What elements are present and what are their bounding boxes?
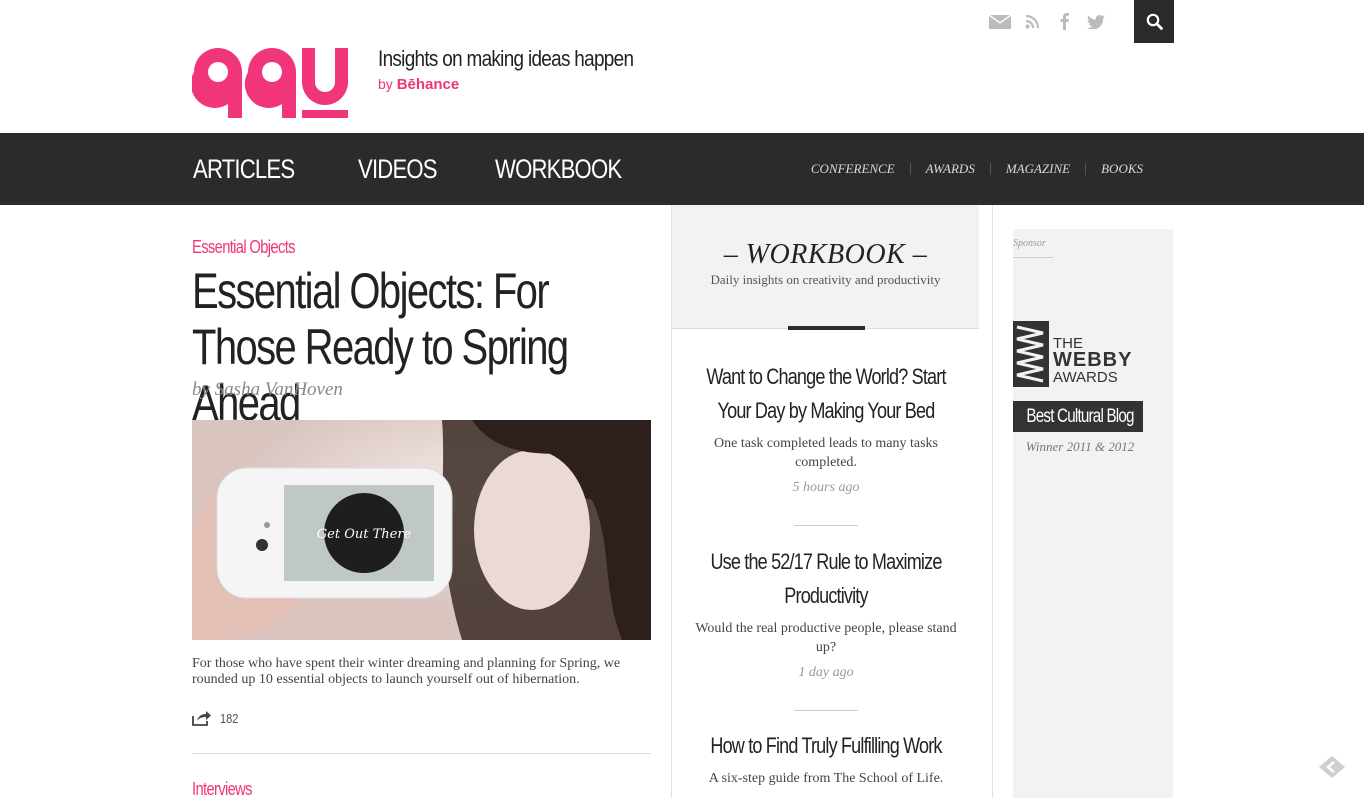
workbook-tab-indicator: [788, 326, 865, 330]
mail-icon[interactable]: [984, 0, 1016, 43]
tagline-text: Insights on making ideas happen: [378, 46, 634, 71]
nav-conference[interactable]: CONFERENCE: [796, 162, 910, 175]
workbook-item-desc: Would the real productive people, please…: [695, 621, 957, 655]
workbook-item: Use the 52/17 Rule to Maximize Productiv…: [694, 545, 958, 681]
webby-line-webby: WEBBY: [1053, 349, 1133, 371]
next-article-category[interactable]: Interviews: [192, 779, 253, 798]
article-title[interactable]: Essential Objects: For Those Ready to Sp…: [192, 263, 608, 431]
workbook-item-title[interactable]: How to Find Truly Fulfilling Work: [694, 729, 958, 763]
workbook-column: – WORKBOOK – Daily insights on creativit…: [671, 205, 993, 798]
twitter-icon[interactable]: [1080, 0, 1112, 43]
nav-videos[interactable]: VIDEOS: [358, 154, 438, 185]
behance-brand: Bēhance: [396, 76, 460, 93]
nav-awards[interactable]: AWARDS: [909, 162, 990, 175]
webby-badge-text: Best Cultural Blog: [1026, 406, 1134, 427]
article-category[interactable]: Essential Objects: [192, 237, 296, 258]
nav-workbook[interactable]: WORKBOOK: [495, 154, 622, 185]
webby-line-awards: AWARDS: [1053, 369, 1118, 386]
share-widget[interactable]: 182: [192, 710, 242, 726]
workbook-item-title[interactable]: Use the 52/17 Rule to Maximize Productiv…: [694, 545, 958, 613]
sponsor-label: Sponsor: [1013, 238, 1046, 249]
search-button[interactable]: [1134, 0, 1174, 43]
back-to-top-icon[interactable]: [1318, 755, 1346, 779]
nav-magazine[interactable]: MAGAZINE: [989, 162, 1085, 175]
workbook-separator: [794, 710, 858, 711]
webby-wordmark: THE WEBBY AWARDS: [1053, 335, 1132, 386]
workbook-subtitle: Daily insights on creativity and product…: [710, 272, 941, 287]
rss-icon[interactable]: [1016, 0, 1048, 43]
article-summary: For those who have spent their winter dr…: [192, 656, 621, 687]
workbook-item-time: 1 day ago: [798, 665, 854, 680]
main-navbar: ARTICLES VIDEOS WORKBOOK CONFERENCE AWAR…: [0, 133, 1364, 205]
webby-badge: Best Cultural Blog: [1013, 401, 1143, 432]
tagline: Insights on making ideas happen by Bēhan…: [378, 46, 675, 93]
sponsor-divider: [1013, 257, 1053, 258]
article-byline: by Sasha VanHoven: [192, 379, 343, 400]
workbook-header: – WORKBOOK – Daily insights on creativit…: [672, 205, 979, 330]
workbook-item: Want to Change the World? Start Your Day…: [694, 360, 958, 496]
99u-logo[interactable]: [192, 46, 360, 120]
secondary-nav: CONFERENCE AWARDS MAGAZINE BOOKS: [796, 133, 1158, 205]
sponsor-column: Sponsor THE WEBBY AWARDS Best Cultural B…: [1013, 229, 1173, 798]
nav-books[interactable]: BOOKS: [1085, 162, 1158, 175]
by-prefix: by: [378, 76, 393, 92]
social-links: [984, 0, 1112, 43]
nav-articles[interactable]: ARTICLES: [193, 154, 295, 185]
workbook-item: How to Find Truly Fulfilling Work A six-…: [694, 729, 958, 788]
article-hero-image[interactable]: Get Out There: [192, 420, 651, 640]
workbook-item-title[interactable]: Want to Change the World? Start Your Day…: [694, 360, 958, 428]
workbook-title[interactable]: – WORKBOOK –: [672, 239, 979, 271]
webby-winner-text: Winner 2011 & 2012: [1025, 439, 1135, 454]
share-icon: [192, 711, 211, 726]
webby-spring-icon: [1013, 321, 1049, 387]
workbook-item-desc: One task completed leads to many tasks c…: [714, 436, 938, 470]
site-header: Insights on making ideas happen by Bēhan…: [0, 0, 1364, 133]
search-icon: [1146, 13, 1163, 30]
behance-link[interactable]: by Bēhance: [378, 76, 675, 93]
primary-nav: ARTICLES VIDEOS WORKBOOK: [193, 133, 690, 205]
hero-image-text: Get Out There: [317, 527, 412, 542]
facebook-icon[interactable]: [1048, 0, 1080, 43]
workbook-separator: [794, 525, 858, 526]
article-divider: [192, 753, 651, 754]
workbook-item-time: 5 hours ago: [792, 480, 860, 495]
workbook-item-desc: A six-step guide from The School of Life…: [708, 771, 944, 786]
share-count: 182: [220, 710, 239, 726]
